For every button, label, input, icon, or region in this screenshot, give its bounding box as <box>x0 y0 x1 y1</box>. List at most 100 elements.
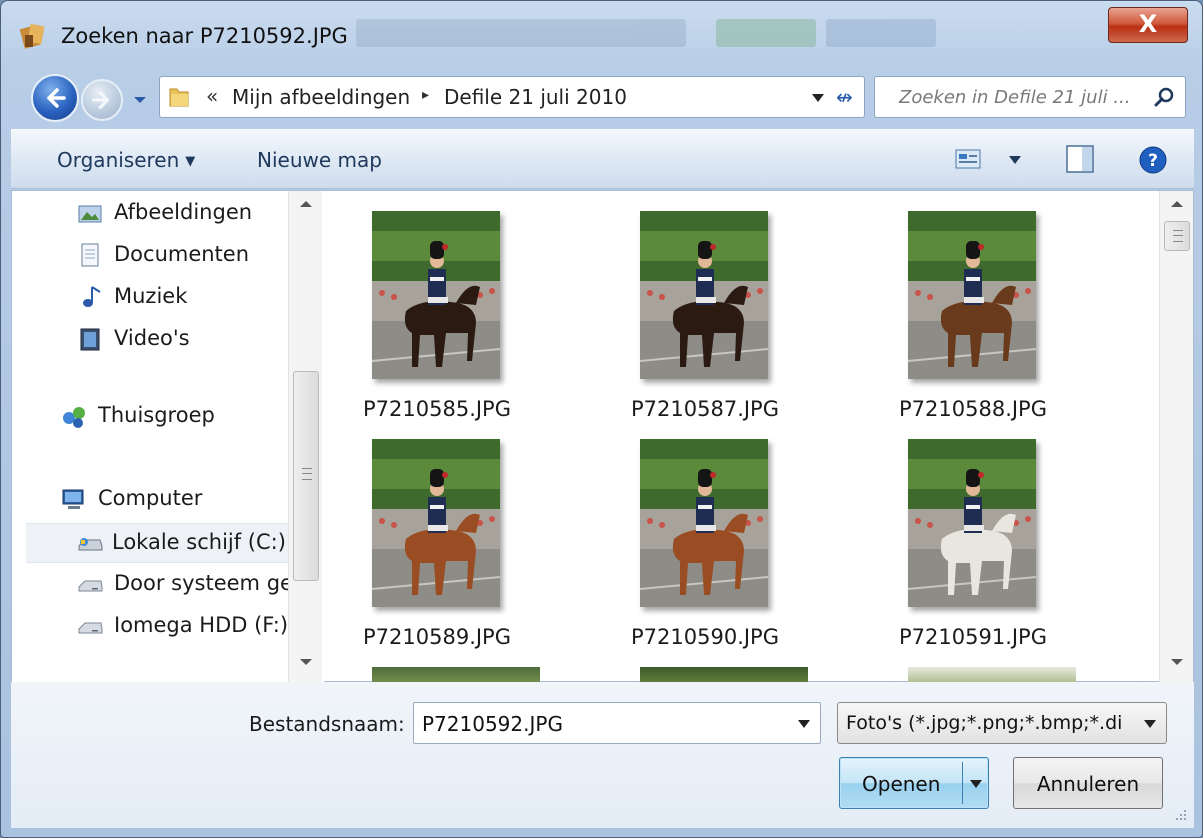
title-bar[interactable]: Zoeken naar P7210592.JPG X <box>1 1 1202 63</box>
video-icon <box>80 328 100 351</box>
sidebar-item-label: Computer <box>98 486 203 510</box>
scroll-up-arrow-icon[interactable] <box>300 201 312 207</box>
scrollbar-thumb[interactable] <box>293 371 319 581</box>
partial-thumbnail <box>640 667 808 683</box>
sidebar-item-label: Iomega HDD (F:) <box>114 613 289 637</box>
file-list-scrollbar[interactable] <box>1159 191 1193 683</box>
sidebar-item-label: Video's <box>114 326 190 350</box>
resize-grip-icon[interactable] <box>1172 806 1188 822</box>
photo-thumbnail <box>640 211 768 379</box>
help-icon[interactable]: ? <box>1138 145 1168 175</box>
sidebar-item-label: Lokale schijf (C:) <box>112 530 286 554</box>
file-name: P7210585.JPG <box>363 397 511 421</box>
preview-pane-icon[interactable] <box>1065 144 1095 174</box>
photo-thumbnail <box>372 439 500 607</box>
browser-pane: Afbeeldingen Documenten Muziek Video's T… <box>11 190 1194 683</box>
open-button[interactable]: Openen <box>839 757 989 809</box>
file-name: P7210587.JPG <box>631 397 779 421</box>
file-name: P7210591.JPG <box>899 625 1047 649</box>
organise-label: Organiseren <box>57 148 180 172</box>
file-name: P7210588.JPG <box>899 397 1047 421</box>
navigation-pane: Afbeeldingen Documenten Muziek Video's T… <box>12 191 324 683</box>
sidebar-item-label: Documenten <box>114 242 250 266</box>
documents-icon <box>81 243 99 267</box>
window-title: Zoeken naar P7210592.JPG <box>61 24 348 48</box>
filename-value: P7210592.JPG <box>422 712 563 736</box>
search-placeholder: Zoeken in Defile 21 juli ... <box>899 87 1131 108</box>
cancel-label: Annuleren <box>1036 772 1140 796</box>
chevron-down-icon <box>1144 720 1156 728</box>
app-icon <box>19 23 45 49</box>
new-folder-button[interactable]: Nieuwe map <box>257 148 382 172</box>
sidebar-item-label: Afbeeldingen <box>114 200 253 224</box>
arrow-left-icon <box>47 88 66 108</box>
folder-icon <box>169 88 189 107</box>
file-item[interactable]: P7210589.JPG <box>324 419 564 649</box>
refresh-icon[interactable]: ↮ <box>836 85 853 109</box>
file-item[interactable]: P7210590.JPG <box>592 419 832 649</box>
breadcrumb-item[interactable]: Defile 21 juli 2010 <box>444 85 627 109</box>
arrow-right-icon <box>92 91 110 109</box>
recent-pages-dropdown-icon[interactable] <box>133 95 147 105</box>
dialog-footer: Bestandsnaam: P7210592.JPG Foto's (*.jpg… <box>11 682 1194 828</box>
scrollbar-thumb[interactable] <box>1164 221 1190 251</box>
organise-button[interactable]: Organiseren ▼ <box>57 148 195 172</box>
scroll-down-arrow-icon[interactable] <box>300 659 312 665</box>
photo-thumbnail <box>908 439 1036 607</box>
computer-icon <box>62 489 84 509</box>
background-window-ghost <box>356 19 1086 47</box>
local-disk-icon <box>78 538 103 551</box>
scroll-up-arrow-icon[interactable] <box>1171 201 1183 207</box>
drive-icon <box>78 580 103 592</box>
partial-thumbnail <box>372 667 540 683</box>
photo-thumbnail <box>908 211 1036 379</box>
homegroup-icon <box>63 407 85 428</box>
svg-text:?: ? <box>1148 151 1158 171</box>
sidebar-item-label: Door systeem ger <box>114 571 302 595</box>
split-divider <box>962 762 963 804</box>
open-label: Openen <box>862 772 941 796</box>
grip-icon <box>1173 230 1183 242</box>
command-bar: Organiseren ▼ Nieuwe map ? <box>11 129 1194 189</box>
drive-icon <box>78 622 103 634</box>
file-item[interactable]: P7210591.JPG <box>860 419 1100 649</box>
photo-thumbnail <box>372 211 500 379</box>
chevron-down-icon[interactable] <box>798 720 810 728</box>
file-open-dialog: Zoeken naar P7210592.JPG X « Mijn afbeel… <box>0 0 1203 838</box>
file-list: P7210585.JPG P7210587.JPG P7210588.JPG P721… <box>324 191 1160 683</box>
scroll-down-arrow-icon[interactable] <box>1171 659 1183 665</box>
music-icon <box>83 286 101 307</box>
sidebar-item-local-disk-c[interactable]: Lokale schijf (C:) <box>26 523 288 563</box>
cancel-button[interactable]: Annuleren <box>1013 757 1163 809</box>
pictures-icon <box>78 205 102 223</box>
sidebar-item-label: Thuisgroep <box>98 403 215 427</box>
search-icon[interactable] <box>1153 86 1175 108</box>
search-box[interactable]: Zoeken in Defile 21 juli ... <box>874 76 1186 118</box>
file-name: P7210589.JPG <box>363 625 511 649</box>
address-bar[interactable]: « Mijn afbeeldingen ▸ Defile 21 juli 201… <box>159 76 865 118</box>
filetype-select[interactable]: Foto's (*.jpg;*.png;*.bmp;*.di <box>837 702 1167 744</box>
filetype-value: Foto's (*.jpg;*.png;*.bmp;*.di <box>846 712 1123 734</box>
change-view-icon[interactable] <box>955 148 981 170</box>
file-item[interactable]: P7210588.JPG <box>860 191 1100 421</box>
partial-thumbnail <box>908 667 1076 683</box>
open-options-dropdown-icon[interactable] <box>970 780 982 788</box>
sidebar-item-label: Muziek <box>114 284 188 308</box>
filename-label: Bestandsnaam: <box>249 712 405 736</box>
photo-thumbnail <box>640 439 768 607</box>
address-history-dropdown-icon[interactable] <box>812 94 824 102</box>
file-name: P7210590.JPG <box>631 625 779 649</box>
filename-input[interactable]: P7210592.JPG <box>413 702 821 744</box>
back-button[interactable] <box>31 74 79 122</box>
close-button[interactable]: X <box>1108 7 1188 43</box>
breadcrumb-item[interactable]: Mijn afbeeldingen <box>232 85 410 109</box>
chevron-down-icon: ▼ <box>185 154 196 169</box>
file-item[interactable]: P7210587.JPG <box>592 191 832 421</box>
view-options-dropdown-icon[interactable] <box>1009 156 1021 164</box>
file-item[interactable]: P7210585.JPG <box>324 191 564 421</box>
forward-button[interactable] <box>81 79 123 121</box>
navigation-scrollbar[interactable] <box>288 191 322 683</box>
breadcrumb-separator[interactable]: ▸ <box>422 87 429 103</box>
breadcrumb-overflow[interactable]: « <box>206 84 218 108</box>
grip-icon <box>302 468 312 480</box>
